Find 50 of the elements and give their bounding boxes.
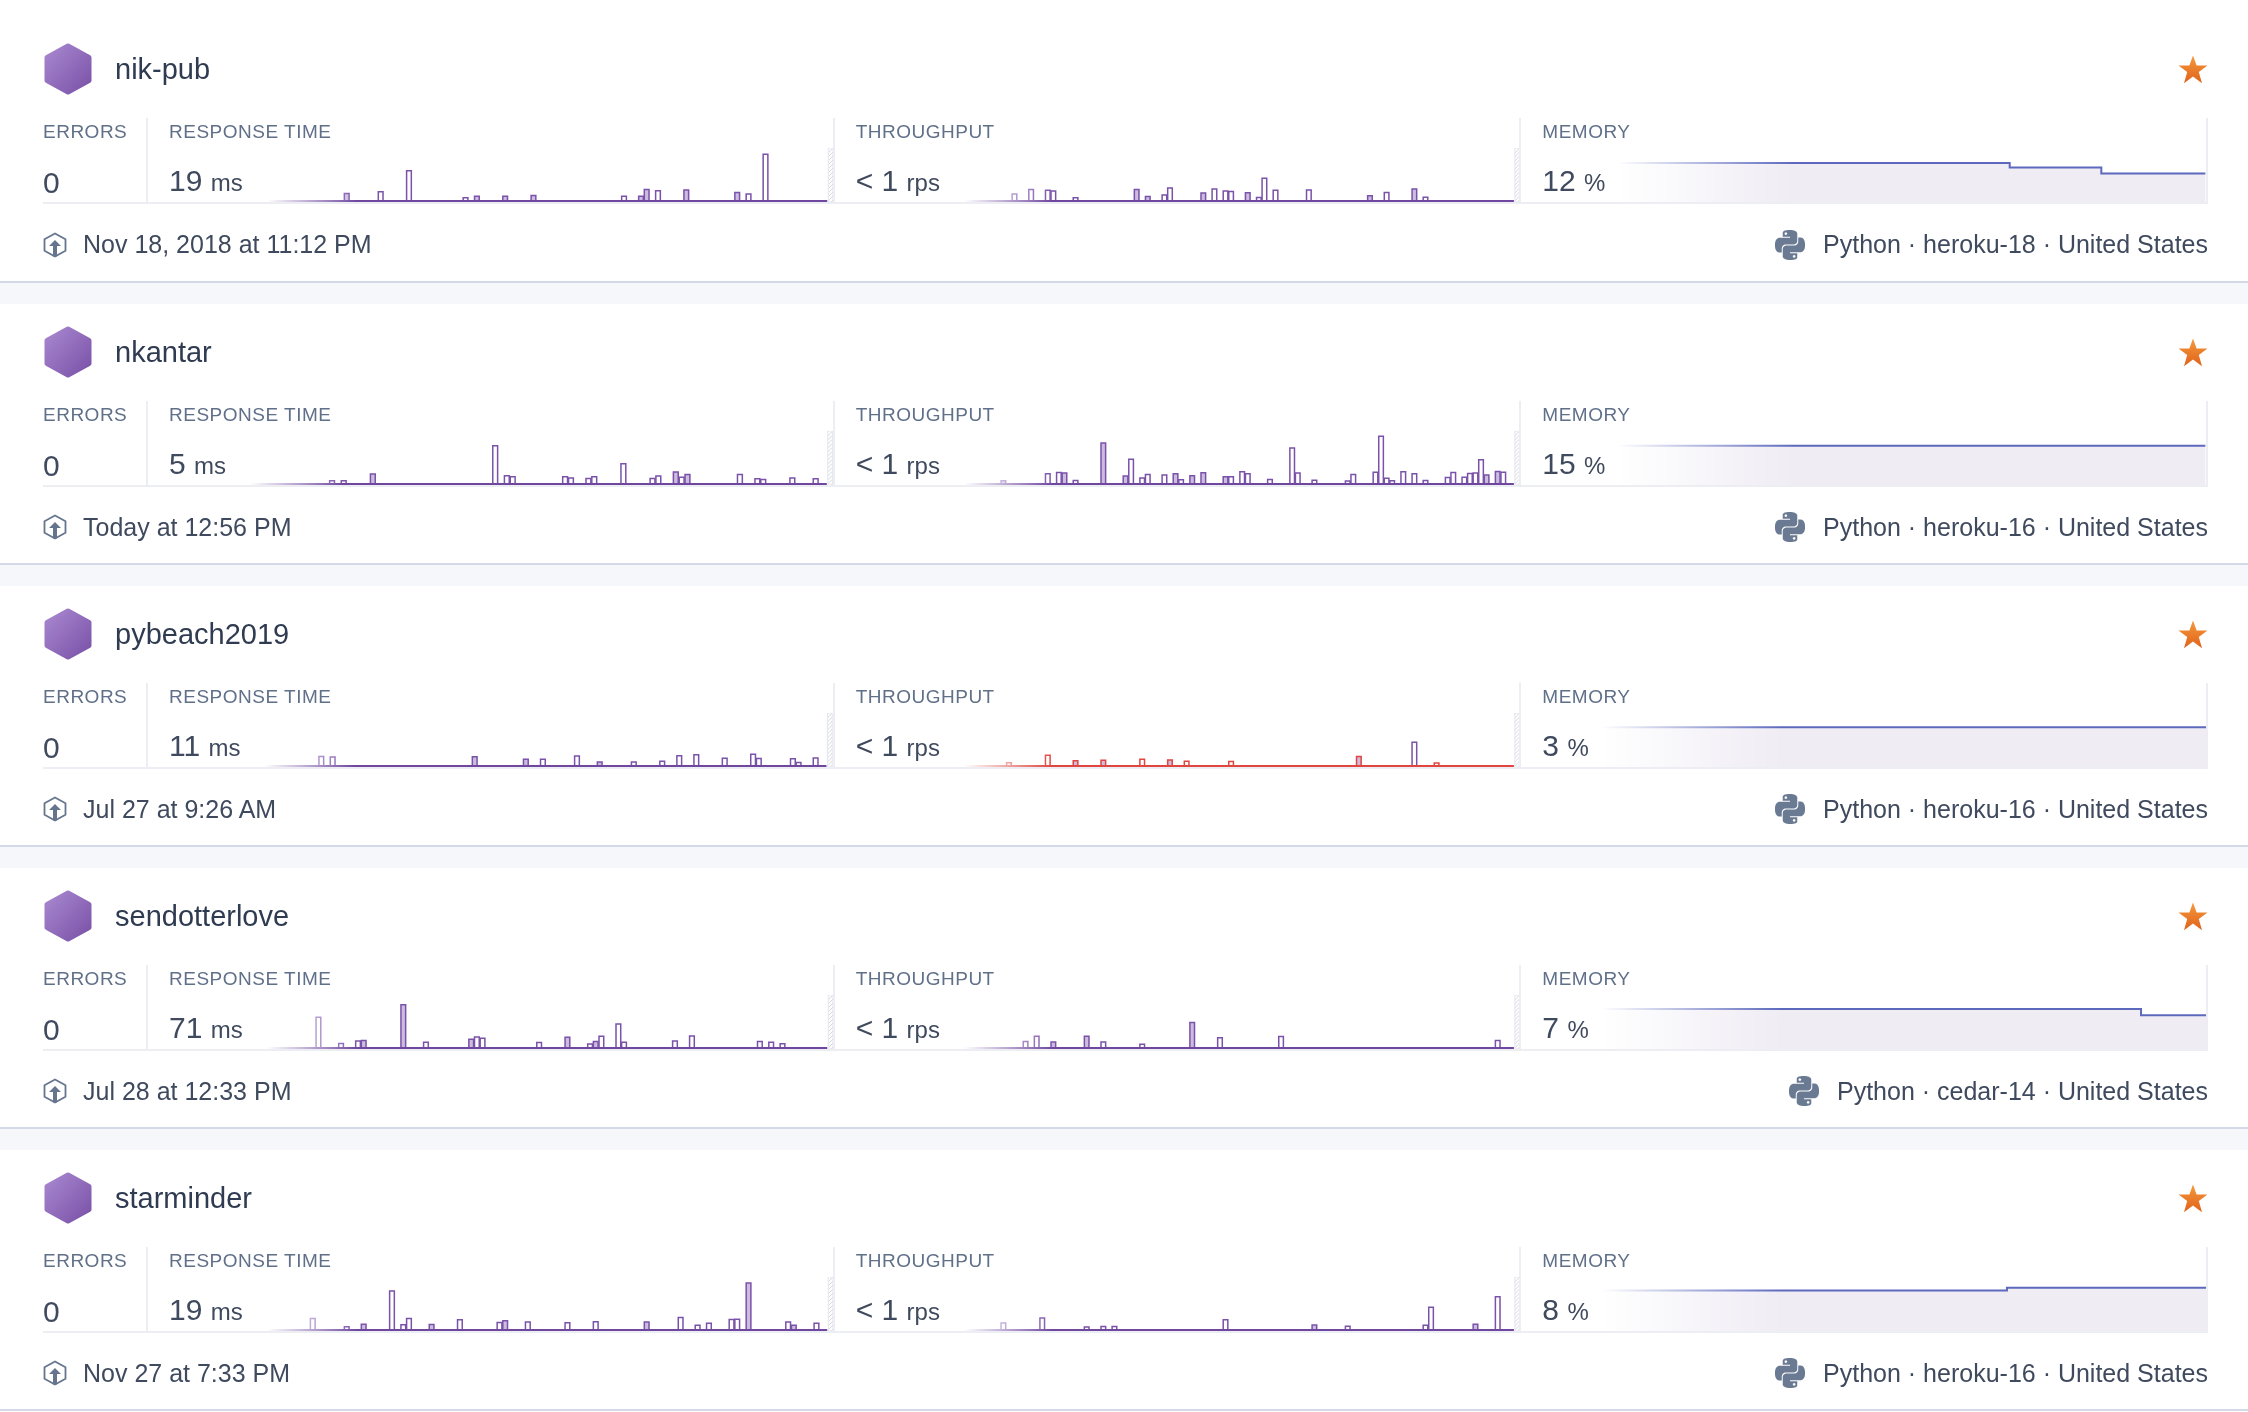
metric-label: RESPONSE TIME — [169, 1249, 332, 1273]
metric-value: < 1 rps — [855, 1010, 940, 1046]
metric-value: < 1 rps — [855, 446, 940, 482]
deploy-time: Nov 18, 2018 at 11:12 PM — [83, 230, 372, 259]
metric-value: 0 — [43, 448, 60, 484]
metric-value: 19 ms — [169, 1292, 243, 1328]
metric-label: RESPONSE TIME — [169, 685, 332, 709]
metric-label: MEMORY — [1542, 1249, 1631, 1273]
metric-value: < 1 rps — [855, 1292, 940, 1328]
metric-value: 15 % — [1542, 446, 1606, 482]
metric-value: < 1 rps — [855, 728, 940, 764]
metric-value: 11 ms — [169, 728, 241, 764]
metric-label: ERRORS — [43, 685, 128, 709]
metric-value: 0 — [43, 165, 60, 201]
metric-label: THROUGHPUT — [855, 403, 995, 427]
metric-label: ERRORS — [43, 967, 128, 991]
metric-value: 7 % — [1542, 1010, 1589, 1046]
metric-value: 0 — [43, 1294, 60, 1330]
deploy-time: Nov 27 at 7:33 PM — [83, 1358, 291, 1388]
stack-info: Python · heroku-18 · United States — [1823, 230, 2208, 259]
metric-value: < 1 rps — [855, 163, 940, 199]
deploy-time: Today at 12:56 PM — [83, 512, 292, 542]
metric-value: 5 ms — [169, 446, 227, 482]
metric-value: 0 — [43, 730, 60, 766]
metric-label: THROUGHPUT — [855, 120, 995, 144]
stack-info: Python · heroku-16 · United States — [1823, 794, 2208, 824]
metric-value: 19 ms — [169, 163, 243, 199]
deploy-time: Jul 28 at 12:33 PM — [83, 1076, 292, 1106]
metric-label: RESPONSE TIME — [169, 967, 332, 991]
metric-value: 0 — [43, 1012, 60, 1048]
deploy-time: Jul 27 at 9:26 AM — [83, 794, 277, 824]
metric-value: 8 % — [1542, 1292, 1589, 1328]
metric-value: 12 % — [1542, 163, 1606, 199]
metric-label: RESPONSE TIME — [169, 403, 332, 427]
metric-label: MEMORY — [1542, 120, 1631, 144]
metric-label: RESPONSE TIME — [169, 120, 332, 144]
metric-label: THROUGHPUT — [855, 1249, 995, 1273]
stack-info: Python · cedar-14 · United States — [1836, 1076, 2208, 1106]
stack-info: Python · heroku-16 · United States — [1823, 1358, 2208, 1388]
metric-label: MEMORY — [1542, 403, 1631, 427]
metric-value: 3 % — [1542, 728, 1589, 764]
metric-label: MEMORY — [1542, 967, 1631, 991]
metric-label: THROUGHPUT — [855, 685, 995, 709]
metric-label: ERRORS — [43, 403, 128, 427]
metric-label: THROUGHPUT — [855, 967, 995, 991]
metric-value: 71 ms — [169, 1010, 243, 1046]
metric-label: MEMORY — [1542, 685, 1631, 709]
metric-label: ERRORS — [43, 120, 128, 144]
metric-label: ERRORS — [43, 1249, 128, 1273]
stack-info: Python · heroku-16 · United States — [1823, 512, 2208, 542]
